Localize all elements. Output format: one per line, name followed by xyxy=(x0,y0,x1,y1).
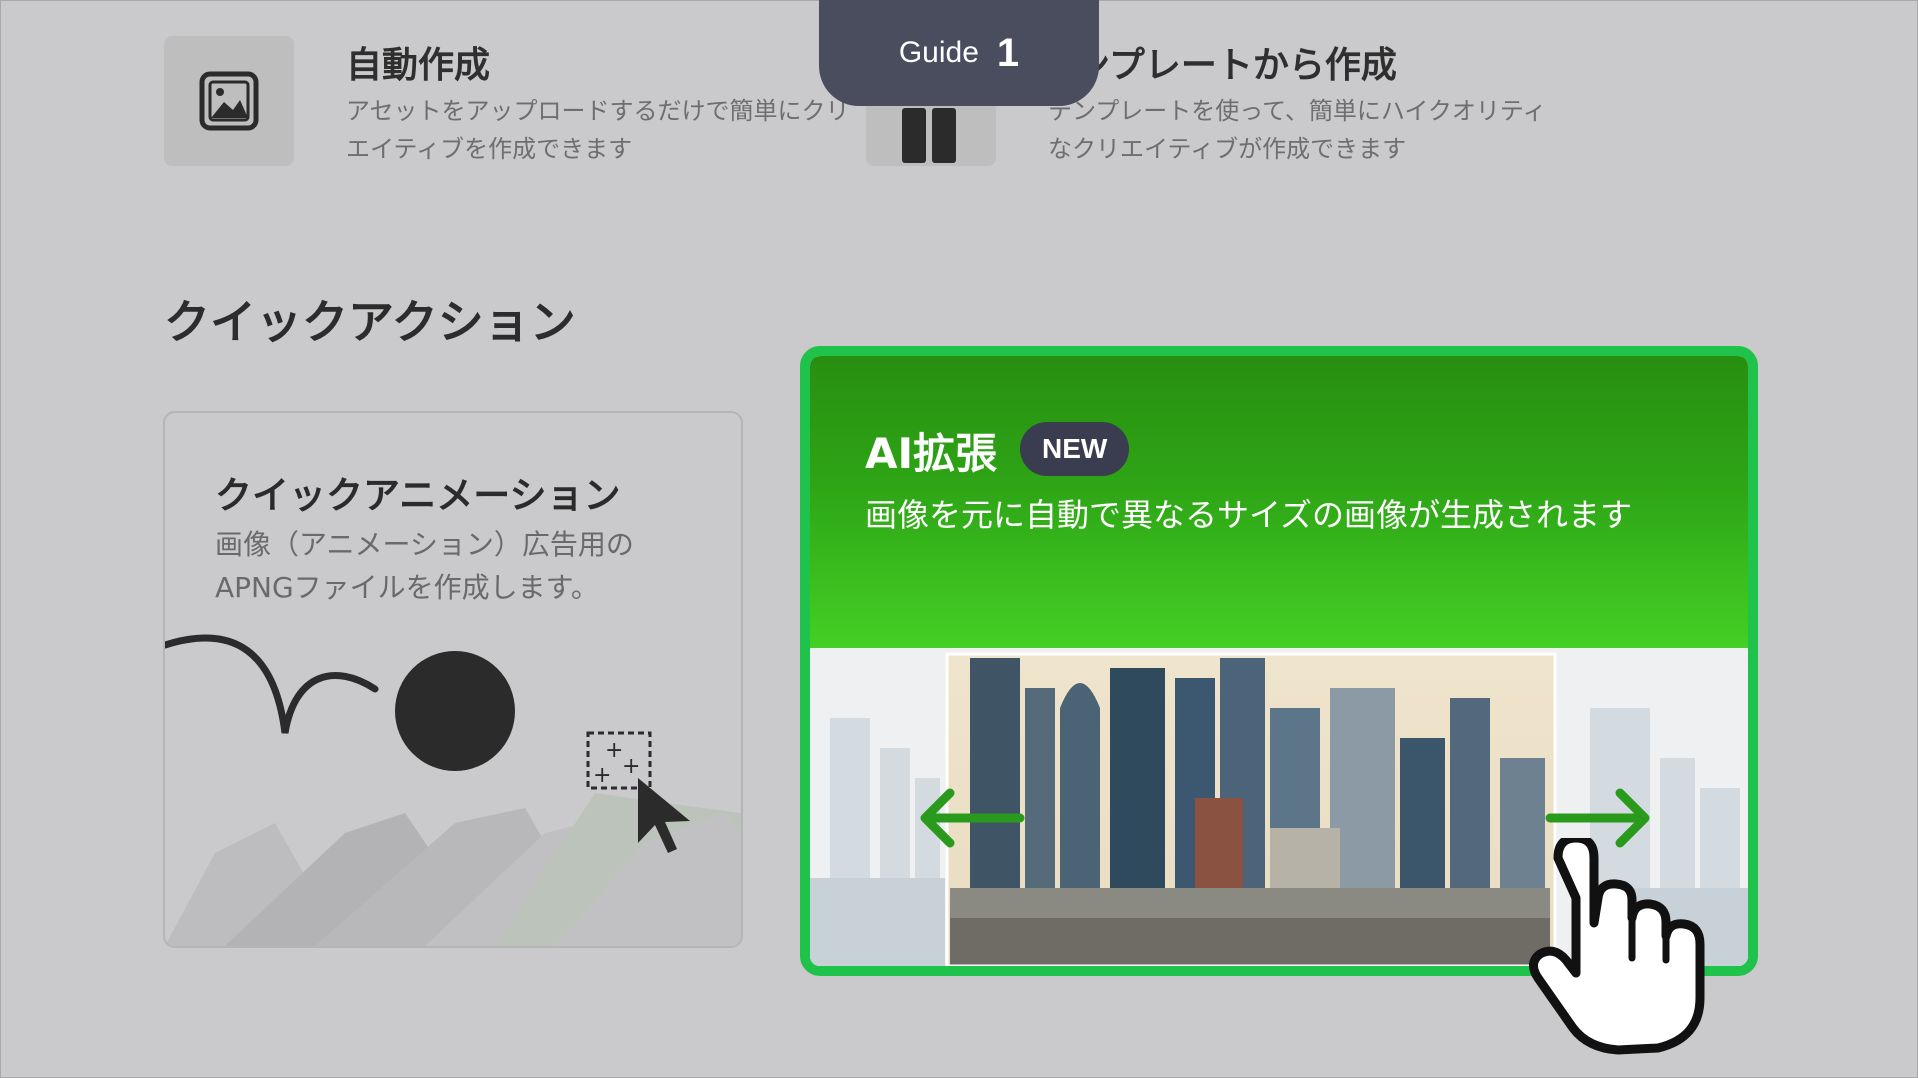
hand-pointer-icon xyxy=(1529,838,1705,1055)
image-icon xyxy=(199,71,259,131)
svg-text:+: + xyxy=(593,763,611,788)
quick-actions-heading: クイックアクション xyxy=(164,295,576,349)
auto-create-description: アセットをアップロードするだけで簡単にクリエイティブを作成できます xyxy=(346,97,850,163)
auto-create-title: 自動作成 xyxy=(346,45,491,86)
template-create-description: テンプレートを使って、簡単にハイクオリティなクリエイティブが作成できます xyxy=(1048,97,1547,163)
ai-expand-description: 画像を元に自動で異なるサイズの画像が生成されます xyxy=(865,496,1633,534)
guide-label: Guide xyxy=(898,36,979,69)
auto-create-icon-box xyxy=(164,36,294,166)
new-badge: NEW xyxy=(1020,422,1130,476)
guide-tab: Guide 1 xyxy=(819,0,1099,106)
ai-expand-title: AI拡張 xyxy=(865,429,998,478)
ai-expand-header: AI拡張 NEW 画像を元に自動で異なるサイズの画像が生成されます xyxy=(810,356,1748,648)
svg-text:+: + xyxy=(605,738,623,763)
quick-animation-card[interactable]: クイックアニメーション 画像（アニメーション）広告用のAPNGファイルを作成しま… xyxy=(163,411,743,948)
animation-illustration: + + + xyxy=(165,634,741,946)
svg-text:+: + xyxy=(622,754,640,779)
guide-step-number: 1 xyxy=(996,30,1020,75)
template-create-title: ンプレートから作成 xyxy=(1074,45,1397,86)
